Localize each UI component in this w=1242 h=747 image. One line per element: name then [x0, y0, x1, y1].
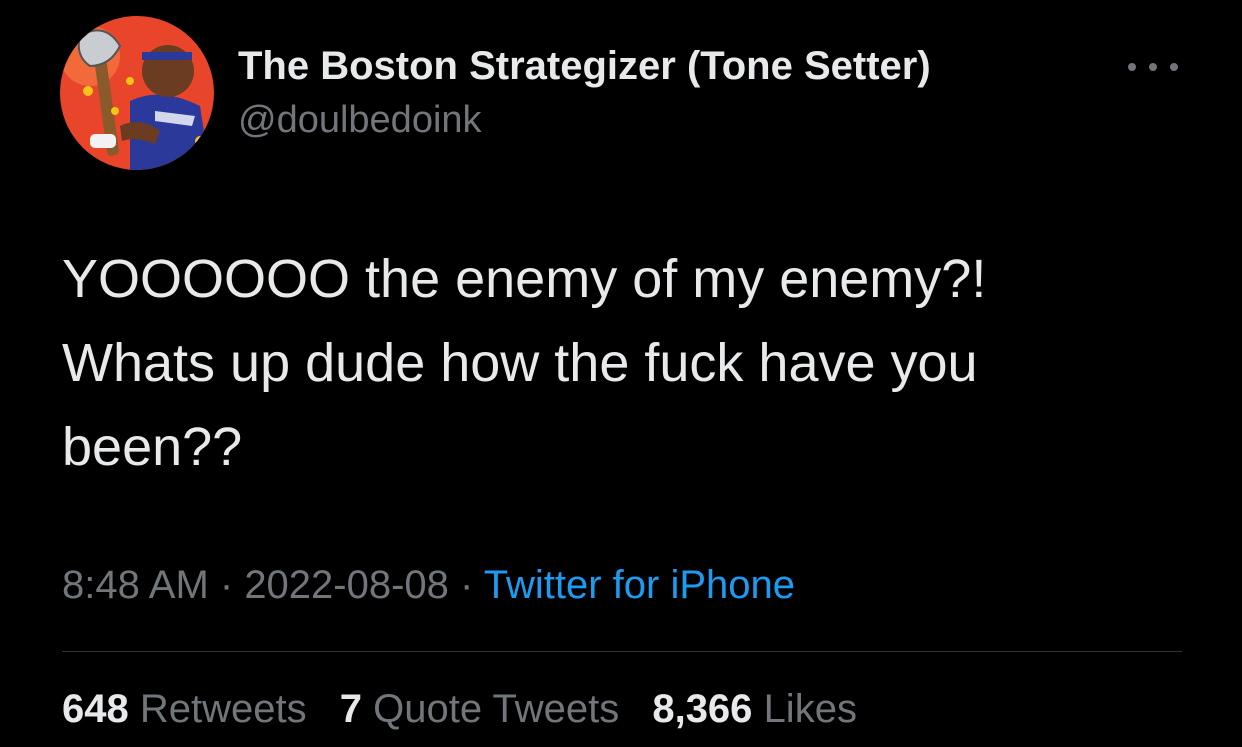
avatar[interactable]	[60, 16, 214, 170]
tweet-time[interactable]: 8:48 AM	[62, 563, 209, 607]
meta-separator: ·	[448, 563, 484, 607]
retweets-count: 648	[62, 687, 129, 731]
quote-tweets-stat[interactable]: 7 Quote Tweets	[340, 687, 619, 732]
tweet-date[interactable]: 2022-08-08	[244, 563, 449, 607]
likes-label: Likes	[763, 687, 857, 731]
tweet-text-line: Whats up dude how the fuck have you	[62, 333, 978, 393]
more-dot-icon	[1170, 63, 1178, 71]
tweet-stats: 648 Retweets 7 Quote Tweets 8,366 Likes	[62, 687, 879, 732]
quote-tweets-count: 7	[339, 687, 362, 731]
retweets-label: Retweets	[139, 687, 307, 731]
tweet-text-line: YOOOOOO the enemy of my enemy?!	[62, 249, 987, 309]
retweets-stat[interactable]: 648 Retweets	[62, 687, 307, 732]
likes-count: 8,366	[652, 687, 753, 731]
tweet-meta: 8:48 AM · 2022-08-08 · Twitter for iPhon…	[62, 563, 795, 608]
more-dot-icon	[1128, 63, 1136, 71]
cartoon-warrior-with-axe-avatar-icon	[60, 16, 214, 170]
meta-separator: ·	[208, 563, 245, 607]
likes-stat[interactable]: 8,366 Likes	[652, 687, 857, 732]
quote-tweets-label: Quote Tweets	[373, 687, 620, 731]
more-options-button[interactable]	[1128, 52, 1178, 82]
tweet-source-link[interactable]: Twitter for iPhone	[484, 563, 795, 607]
more-dot-icon	[1149, 63, 1157, 71]
display-name[interactable]: The Boston Strategizer (Tone Setter)	[238, 44, 931, 89]
divider	[62, 651, 1182, 652]
username-handle[interactable]: @doulbedoink	[238, 99, 482, 142]
tweet-text: YOOOOOO the enemy of my enemy?! Whats up…	[62, 237, 1182, 489]
tweet-text-line: been??	[62, 417, 243, 477]
